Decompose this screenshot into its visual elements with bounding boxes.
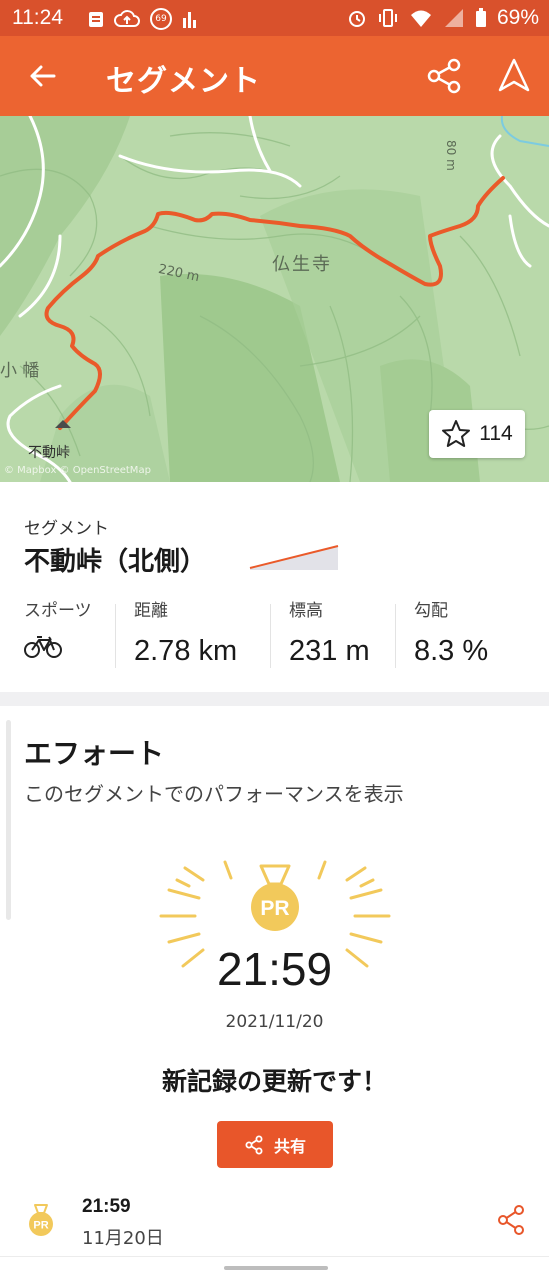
star-button[interactable]: 114 [429, 410, 525, 458]
status-notification-icons: 69 [88, 8, 196, 30]
stat-divider [115, 604, 116, 668]
battery-percent: 69% [496, 6, 539, 29]
share-icon [245, 1135, 263, 1154]
clipboard-icon [89, 12, 103, 27]
effort-row-time[interactable]: 21:59 [82, 1196, 131, 1218]
page-title: セグメント [106, 64, 261, 99]
share-button-label: 共有 [273, 1136, 306, 1156]
effort-time: 21:59 [216, 943, 333, 995]
section-divider [0, 692, 549, 706]
signal-bars-icon [183, 12, 196, 28]
stat-divider [395, 604, 396, 668]
effort-row-date: 11月20日 [82, 1228, 164, 1249]
bicycle-icon [24, 636, 62, 658]
pr-medal-icon: PR [29, 1204, 53, 1236]
home-indicator[interactable] [224, 1266, 328, 1270]
app-bar: セグメント [0, 36, 549, 116]
effort-date: 2021/11/20 [225, 1012, 324, 1032]
pr-medal-text: PR [260, 897, 289, 920]
stat-sport-label: スポーツ [24, 601, 92, 621]
status-time: 11:24 [12, 6, 63, 29]
stat-grade-value: 8.3 % [414, 635, 489, 667]
row-medal-text: PR [33, 1220, 48, 1232]
stat-elevation-label: 標高 [289, 601, 323, 621]
status-bar: 11:24 69 69% [0, 0, 549, 36]
stat-distance-value: 2.78 km [134, 635, 238, 667]
status-system-icons: 69% [347, 6, 539, 30]
stat-distance: 距離 2.78 km [134, 596, 237, 668]
stat-grade: 勾配 8.3 % [414, 596, 488, 668]
map-label-temple: 仏生寺 [272, 254, 332, 275]
bottom-divider [0, 1256, 549, 1257]
cell-signal-icon [444, 9, 463, 27]
wifi-icon [410, 10, 431, 27]
stat-distance-label: 距離 [134, 601, 168, 621]
map-label-peak: 不動峠 [28, 445, 70, 461]
effort-subtitle: このセグメントでのパフォーマンスを表示 [24, 782, 404, 806]
notification-count-badge: 69 [150, 8, 172, 30]
stat-elevation-value: 231 m [289, 635, 370, 667]
segment-kind-label: セグメント [24, 519, 109, 539]
vibrate-icon [378, 9, 397, 27]
map-label-contour-80: 80 m [444, 140, 458, 171]
stat-divider [270, 604, 271, 668]
navigate-arrow-icon[interactable] [494, 56, 534, 96]
share-icon[interactable] [424, 56, 464, 96]
stat-grade-label: 勾配 [414, 601, 448, 621]
elevation-profile-thumbnail [249, 545, 339, 570]
star-icon [442, 420, 471, 447]
effort-title: エフォート [24, 737, 165, 770]
segment-name: 不動峠（北側） [24, 547, 207, 577]
share-icon[interactable] [496, 1204, 526, 1236]
battery-icon [475, 8, 486, 27]
map-attribution[interactable]: © Mapbox © OpenStreetMap [4, 465, 151, 476]
stat-elevation: 標高 231 m [289, 596, 370, 668]
stat-sport: スポーツ [24, 596, 92, 663]
scroll-indicator [6, 720, 11, 920]
cloud-upload-icon [114, 10, 140, 27]
map-label-village: 小 幡 [0, 361, 40, 381]
alarm-icon [348, 11, 365, 27]
star-count: 114 [479, 422, 513, 445]
new-record-message: 新記録の更新です！ [161, 1067, 387, 1096]
share-button[interactable]: 共有 [217, 1121, 333, 1168]
back-arrow-icon[interactable] [24, 56, 64, 96]
